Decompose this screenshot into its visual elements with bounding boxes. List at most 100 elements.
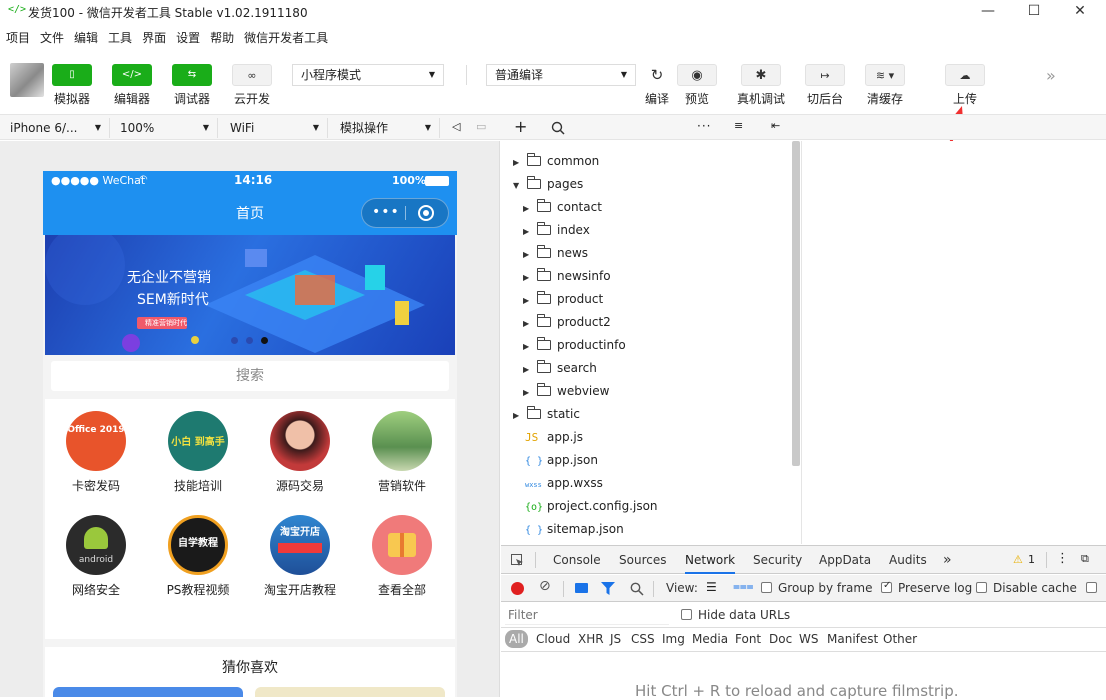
tab-sources[interactable]: Sources [619,546,666,574]
type-xhr[interactable]: XHR [578,632,604,646]
type-ws[interactable]: WS [799,632,818,646]
background-button[interactable]: ↦ [805,64,845,86]
carousel-dot[interactable] [231,337,238,344]
search-icon[interactable] [630,582,644,596]
caret-right-icon[interactable]: ▶ [523,197,533,220]
more-tabs-button[interactable]: » [943,546,952,574]
tree-item-productinfo[interactable]: ▶ productinfo [523,334,626,357]
tree-item-app-json[interactable]: { } app.json [513,449,598,472]
type-cloud[interactable]: Cloud [536,632,570,646]
menu-help[interactable]: 帮助 [206,28,238,48]
mode-select[interactable]: 小程序模式 ▼ [292,64,444,86]
type-manifest[interactable]: Manifest [827,632,878,646]
capsule-menu[interactable]: ••• [361,198,449,228]
upload-button[interactable]: ☁ [945,64,985,86]
operation-select[interactable]: 模拟操作 ▼ [330,118,440,138]
editor-toggle-button[interactable]: </> [112,64,152,86]
tree-item-news[interactable]: ▶ news [523,242,588,265]
compile-button[interactable]: ↻ [637,64,677,86]
more-tools-button[interactable]: » [1046,66,1056,85]
caret-right-icon[interactable]: ▶ [513,151,523,174]
caret-right-icon[interactable]: ▶ [513,404,523,427]
compile-select[interactable]: 普通编译 ▼ [486,64,636,86]
grid-item-skill-training[interactable]: 小白 到高手 技能培训 [147,399,249,503]
caret-right-icon[interactable]: ▶ [523,312,533,335]
menu-wechat-devtools[interactable]: 微信开发者工具 [240,28,332,48]
inspect-icon[interactable] [511,554,524,567]
list-view-icon[interactable]: ☰ [706,580,717,594]
preview-button[interactable]: ◉ [677,64,717,86]
caret-right-icon[interactable]: ▶ [523,266,533,289]
menu-settings[interactable]: 设置 [172,28,204,48]
grid-item-card-code[interactable]: Office 2019 卡密发码 [45,399,147,503]
undock-icon[interactable]: ⧉ [1081,552,1089,566]
type-media[interactable]: Media [692,632,728,646]
type-img[interactable]: Img [662,632,685,646]
kebab-menu-icon[interactable]: ⋮ [1056,551,1069,566]
tree-item-common[interactable]: ▶ common [513,150,599,173]
file-tree-scrollbar[interactable] [792,141,800,466]
filter-input[interactable] [505,606,669,625]
tree-item-webview[interactable]: ▶ webview [523,380,609,403]
checkbox[interactable] [681,609,692,620]
recommend-card[interactable] [255,687,445,697]
tree-item-search[interactable]: ▶ search [523,357,597,380]
clear-icon[interactable]: ⊘ [539,578,551,594]
type-css[interactable]: CSS [631,632,655,646]
recommend-card[interactable] [53,687,243,697]
avatar[interactable] [10,63,44,97]
grid-item-source-trade[interactable]: 源码交易 [249,399,351,503]
zoom-select[interactable]: 100% ▼ [110,118,218,138]
tree-item-app-js[interactable]: JS app.js [513,426,583,449]
add-file-icon[interactable]: + [514,117,527,136]
checkbox-checked[interactable] [881,580,892,593]
maximize-button[interactable]: ☐ [1012,0,1056,24]
close-button[interactable]: ✕ [1058,0,1102,24]
tree-item-app-wxss[interactable]: wxss app.wxss [513,472,603,495]
tree-item-contact[interactable]: ▶ contact [523,196,602,219]
grid-item-marketing-software[interactable]: 营销软件 [351,399,453,503]
type-other[interactable]: Other [883,632,917,646]
type-doc[interactable]: Doc [769,632,792,646]
tree-item-project-config-json[interactable]: {o} project.config.json [513,495,658,518]
carousel-dot[interactable] [246,337,253,344]
caret-right-icon[interactable]: ▶ [523,381,533,404]
group-by-frame-checkbox[interactable]: Group by frame [761,581,872,595]
preserve-log-checkbox[interactable]: Preserve log [881,580,972,595]
type-font[interactable]: Font [735,632,761,646]
tab-network[interactable]: Network [685,546,736,574]
menu-tools[interactable]: 工具 [104,28,136,48]
grid-item-ps-tutorial[interactable]: 自学教程 PS教程视频 [147,503,249,607]
volume-icon[interactable]: ◁ [452,120,460,133]
tree-item-product2[interactable]: ▶ product2 [523,311,611,334]
offline-checkbox[interactable] [1086,581,1103,595]
device-select[interactable]: iPhone 6/... ▼ [0,118,110,138]
search-icon[interactable] [551,121,565,135]
collapse-panel-icon[interactable]: ⇤ [771,119,780,132]
record-icon[interactable] [511,582,524,595]
tab-appdata[interactable]: AppData [819,546,871,574]
tab-console[interactable]: Console [553,546,601,574]
tree-item-sitemap-json[interactable]: { } sitemap.json [513,518,624,541]
hide-data-urls-checkbox[interactable]: Hide data URLs [681,608,790,622]
menu-file[interactable]: 文件 [36,28,68,48]
debugger-toggle-button[interactable]: ⇆ [172,64,212,86]
caret-right-icon[interactable]: ▶ [523,358,533,381]
tree-item-pages[interactable]: ▼ pages [513,173,583,196]
cloud-button[interactable]: ∞ [232,64,272,86]
menu-edit[interactable]: 编辑 [70,28,102,48]
filter-icon[interactable] [601,582,615,595]
waterfall-view-icon[interactable]: ⩶ [733,579,754,594]
real-debug-button[interactable]: ✱ [741,64,781,86]
tab-security[interactable]: Security [753,546,802,574]
grid-item-view-all[interactable]: 查看全部 [351,503,453,607]
caret-down-icon[interactable]: ▼ [513,174,523,197]
minimize-button[interactable]: — [966,0,1010,24]
caret-right-icon[interactable]: ▶ [523,220,533,243]
checkbox[interactable] [1086,582,1097,593]
type-all[interactable]: All [505,630,528,648]
checkbox[interactable] [761,582,772,593]
caret-right-icon[interactable]: ▶ [523,243,533,266]
search-input[interactable]: 搜索 [51,361,449,391]
grid-item-taobao-tutorial[interactable]: 淘宝开店 淘宝开店教程 [249,503,351,607]
